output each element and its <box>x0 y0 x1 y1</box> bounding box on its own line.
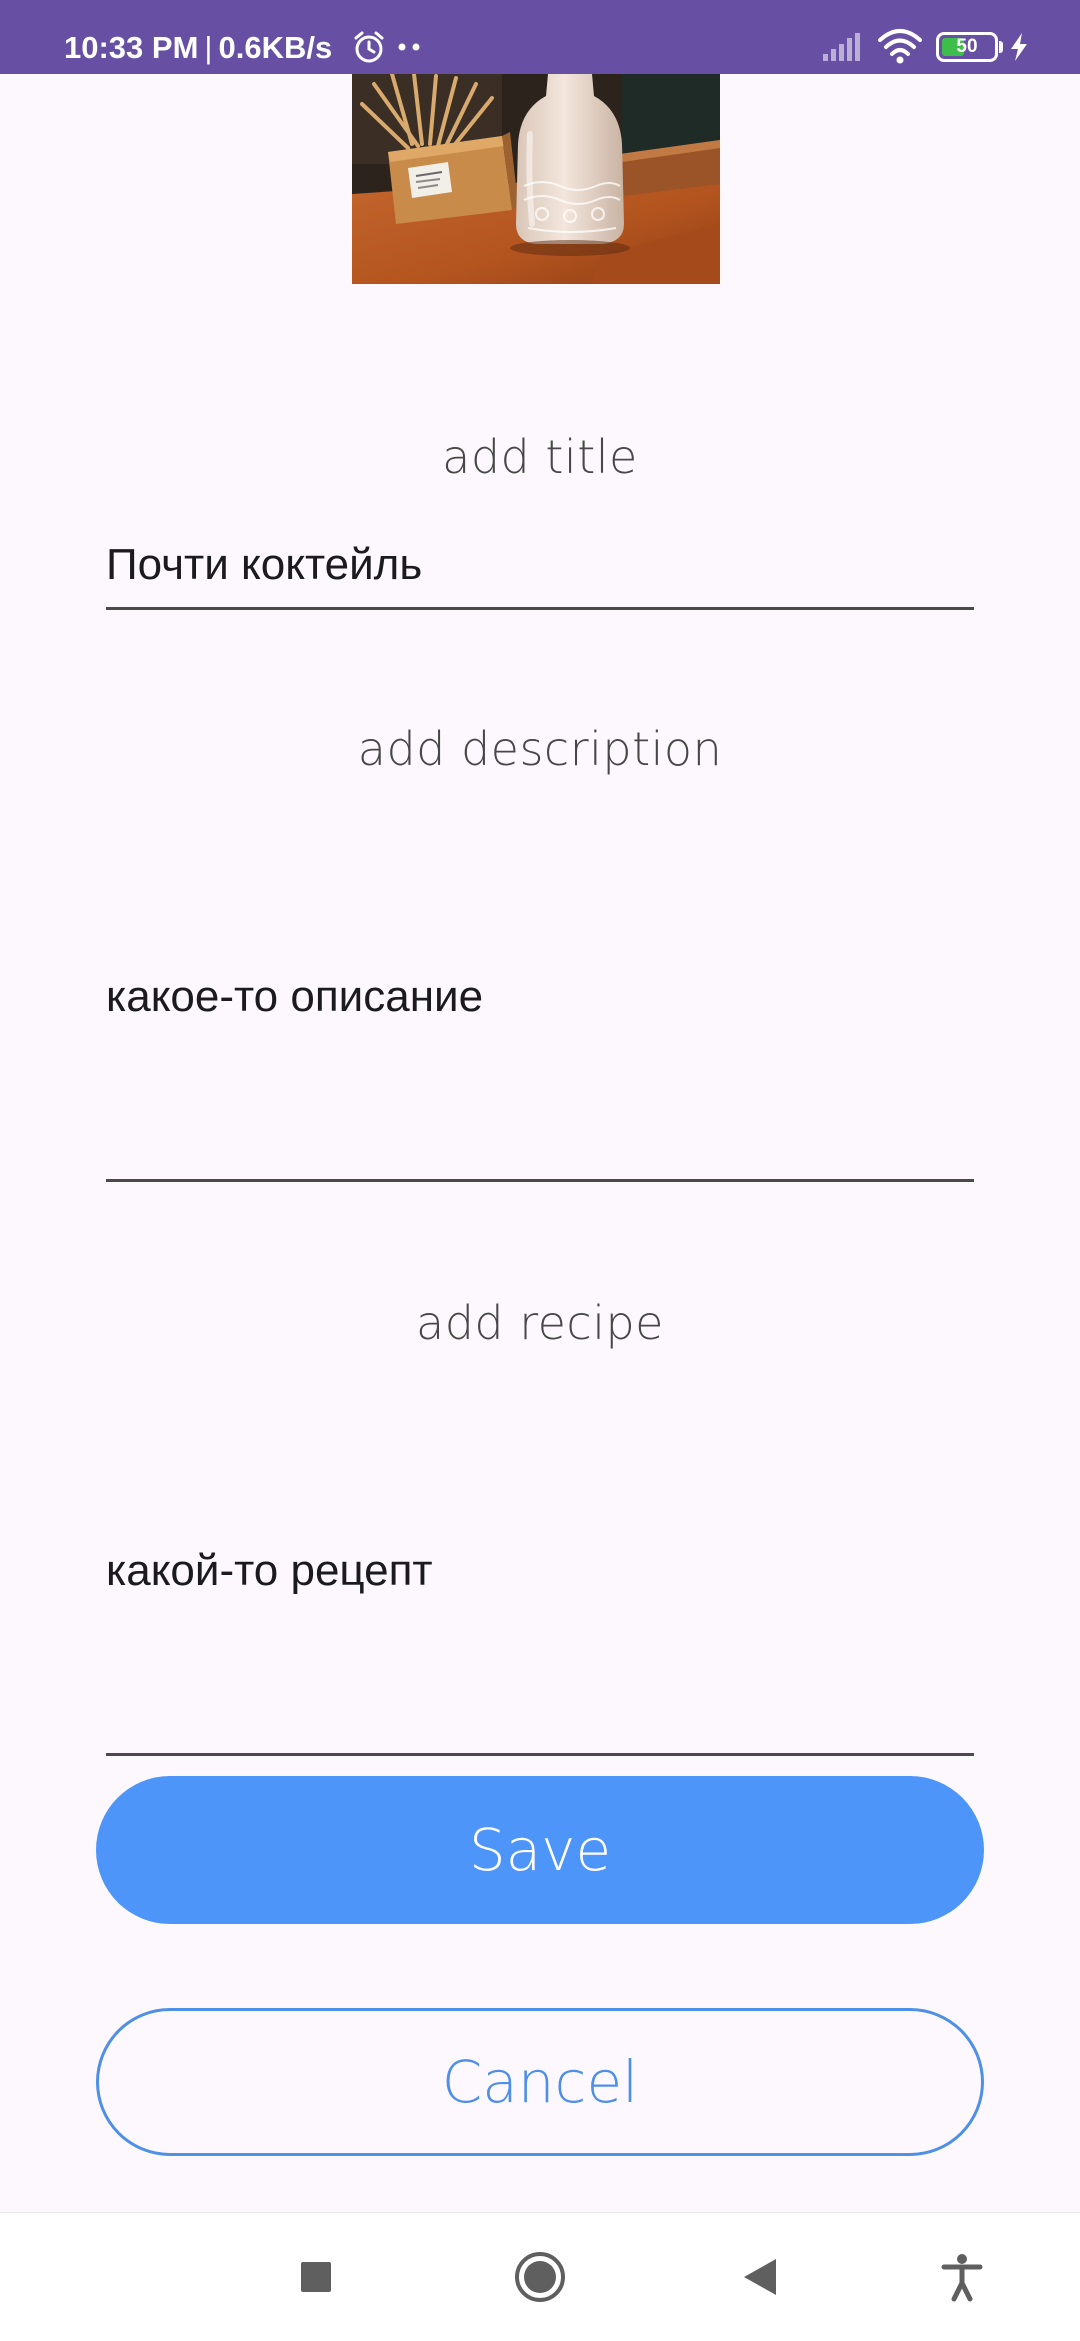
wifi-icon <box>878 29 922 64</box>
recents-square-icon[interactable] <box>284 2245 348 2309</box>
status-time: 10:33 PM <box>64 30 199 65</box>
signal-icon <box>823 33 860 61</box>
drink-photo-image <box>352 74 720 284</box>
charging-bolt-icon <box>1011 33 1027 61</box>
add-recipe-label: add recipe <box>416 1296 664 1350</box>
status-separator: | <box>204 30 213 65</box>
home-circle-icon[interactable] <box>508 2245 572 2309</box>
add-description-label: add description <box>357 722 723 776</box>
description-input-value: какое-то описание <box>106 972 484 1021</box>
battery-tip <box>999 41 1003 53</box>
cancel-button[interactable]: Cancel <box>96 2008 984 2156</box>
status-bar: 10:33 PM | 0.6KB/s 50 <box>0 0 1080 74</box>
notification-dots-icon <box>398 43 420 51</box>
alarm-icon <box>354 31 384 63</box>
recipe-input-value: какой-то рецепт <box>106 1546 433 1595</box>
battery-level: 50 <box>956 36 978 57</box>
battery-icon: 50 <box>936 32 998 62</box>
title-input[interactable]: Почти коктейль <box>106 528 974 610</box>
network-speed: 0.6KB/s <box>218 30 333 65</box>
navigation-bar <box>0 2212 1080 2341</box>
status-time-group: 10:33 PM | 0.6KB/s <box>64 0 332 74</box>
description-input[interactable]: какое-то описание <box>106 880 974 1182</box>
back-triangle-icon[interactable] <box>728 2245 792 2309</box>
drink-photo <box>352 74 720 284</box>
add-title-label: add title <box>442 430 638 484</box>
accessibility-icon[interactable] <box>930 2245 994 2309</box>
recipe-input[interactable]: какой-то рецепт <box>106 1454 974 1756</box>
title-input-value: Почти коктейль <box>106 540 423 589</box>
save-button[interactable]: Save <box>96 1776 984 1924</box>
